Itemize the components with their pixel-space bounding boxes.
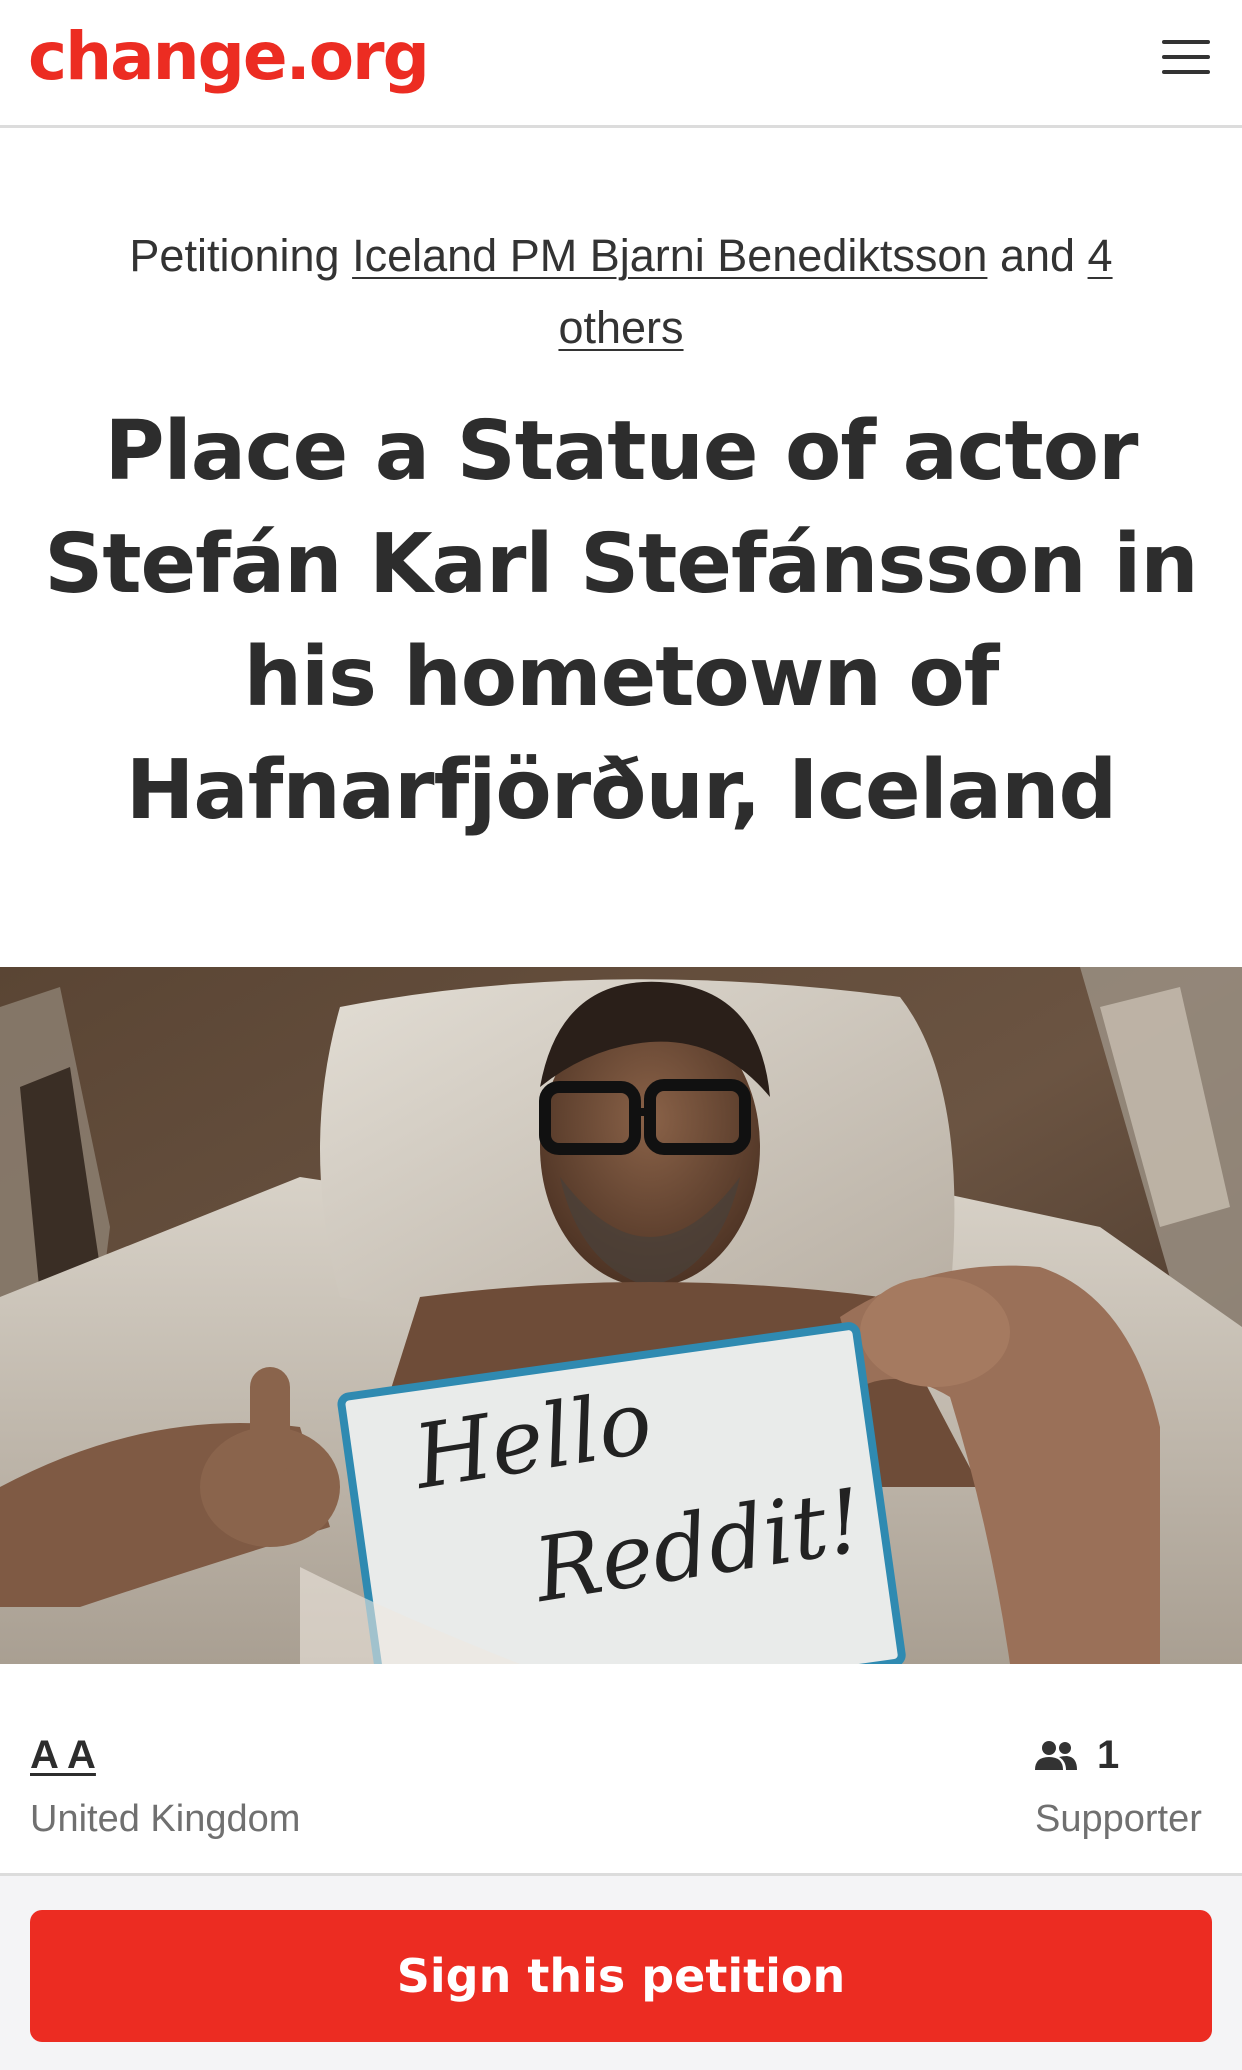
and-text: and: [999, 230, 1076, 281]
change-org-logo[interactable]: change.org: [28, 12, 430, 102]
petitioning-label: Petitioning: [129, 230, 340, 281]
supporter-label: Supporter: [1035, 1798, 1202, 1840]
bottom-cta-bar: Sign this petition: [0, 1873, 1242, 2070]
petition-author: A A United Kingdom: [30, 1730, 300, 1842]
petition-photo: Hello Reddit!: [0, 967, 1242, 1664]
supporter-count-value: 1: [1097, 1732, 1120, 1777]
target-link-primary[interactable]: Iceland PM Bjarni Benediktsson: [352, 230, 987, 281]
petition-targets: Petitioning Iceland PM Bjarni Benediktss…: [70, 220, 1172, 364]
author-location: United Kingdom: [30, 1798, 301, 1840]
sign-petition-button[interactable]: Sign this petition: [30, 1910, 1212, 2042]
supporter-count: 1 Supporter: [1035, 1730, 1202, 1842]
petition-title: Place a Statue of actor Stefán Karl Stef…: [44, 404, 1198, 838]
top-header: change.org: [0, 0, 1242, 128]
people-icon: [1035, 1741, 1077, 1770]
author-name-link[interactable]: A A: [30, 1730, 300, 1780]
hamburger-menu-icon[interactable]: [1162, 38, 1210, 78]
